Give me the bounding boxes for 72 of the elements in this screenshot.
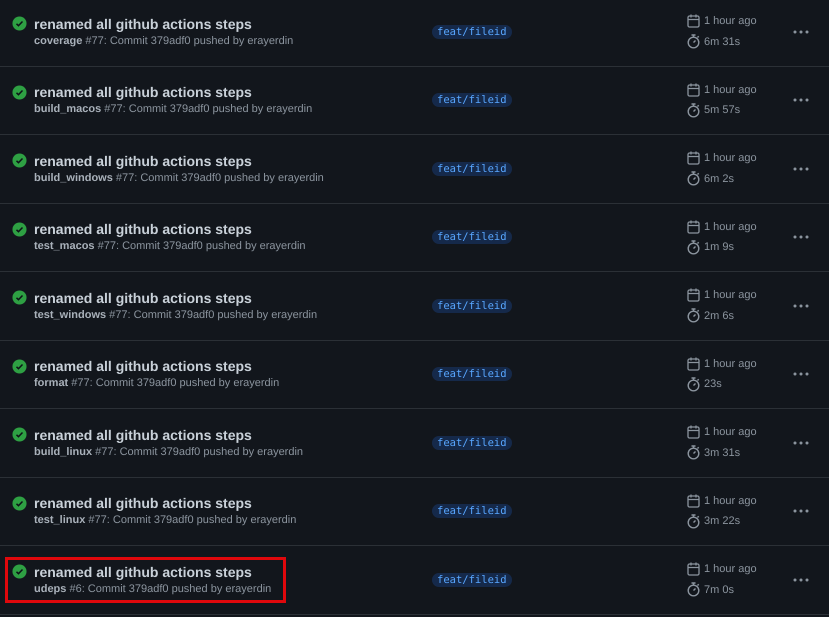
run-title[interactable]: renamed all github actions steps [34,84,252,100]
run-description: coverage #77: Commit 379adf0 pushed by erayerdin [33,34,294,47]
stopwatch-icon [687,102,700,118]
branch-label[interactable]: feat/fileid [432,93,512,108]
run-duration: 3m 31s [704,446,740,459]
branch-label[interactable]: feat/fileid [432,572,512,587]
run-title[interactable]: renamed all github actions steps [34,564,252,580]
run-time: 1 hour ago [704,563,757,576]
run-duration: 6m 2s [704,172,734,185]
more-icon [793,304,809,308]
more-icon [793,235,809,240]
more-icon [793,166,809,171]
run-description: udeps #6: Commit 379adf0 pushed by erayerdin [33,582,272,595]
calendar-icon [687,220,700,234]
more-icon [793,30,809,34]
run-title[interactable]: renamed all github actions steps [34,16,252,32]
run-time: 1 hour ago [704,220,757,233]
run-time: 1 hour ago [704,289,757,302]
run-duration: 6m 31s [704,36,740,48]
branch-label[interactable]: feat/fileid [432,367,512,382]
run-description: build_linux #77: Commit 379adf0 pushed by erayerdin [33,446,304,458]
stopwatch-icon [687,445,700,460]
calendar-icon [687,288,700,302]
run-duration: 5m 57s [704,104,740,116]
branch-label[interactable]: feat/fileid [432,298,512,313]
run-duration: 3m 22s [704,515,740,528]
branch-label[interactable]: feat/fileid [432,162,512,176]
run-time: 1 hour ago [704,84,757,96]
run-time: 1 hour ago [704,494,757,507]
run-time: 1 hour ago [704,426,757,438]
branch-label[interactable]: feat/fileid [432,24,512,39]
stopwatch-icon [687,240,700,255]
calendar-icon [687,562,700,576]
run-duration: 1m 9s [704,241,734,254]
calendar-icon [687,82,700,97]
branch-label[interactable]: feat/fileid [432,230,512,244]
run-description: build_macos #77: Commit 379adf0 pushed by erayerdin [33,103,312,116]
stopwatch-icon [687,171,700,186]
run-description: test_linux #77: Commit 379adf0 pushed by erayerdin [33,514,296,526]
run-description: test_windows #77: Commit 379adf0 pushed by erayerdin [33,308,318,321]
run-duration: 2m 6s [704,310,734,322]
run-description: build_windows #77: Commit 379adf0 pushed by erayerdin [33,172,324,184]
run-duration: 7m 0s [704,584,734,596]
run-title[interactable]: renamed all github actions steps [34,495,252,512]
run-title[interactable]: renamed all github actions steps [34,221,252,238]
run-title[interactable]: renamed all github actions steps [34,426,252,443]
run-time: 1 hour ago [704,15,757,28]
run-description: format #77: Commit 379adf0 pushed by erayerdin [33,377,280,390]
calendar-icon [687,356,700,371]
more-icon [793,372,809,376]
calendar-icon [687,14,700,28]
run-title[interactable]: renamed all github actions steps [34,290,252,306]
calendar-icon [687,151,700,166]
branch-label[interactable]: feat/fileid [432,436,512,450]
stopwatch-icon [687,514,700,529]
run-time: 1 hour ago [704,358,757,370]
calendar-icon [687,494,700,508]
run-description: test_macos #77: Commit 379adf0 pushed by erayerdin [33,240,306,252]
run-duration: 23s [704,378,722,390]
stopwatch-icon [687,582,700,598]
stopwatch-icon [687,376,700,392]
more-icon [793,440,809,445]
stopwatch-icon [687,308,700,324]
more-icon [793,578,809,582]
run-title[interactable]: renamed all github actions steps [34,358,252,374]
more-icon [793,98,809,102]
run-title[interactable]: renamed all github actions steps [34,152,252,169]
stopwatch-icon [687,34,700,50]
branch-label[interactable]: feat/fileid [432,504,512,518]
run-time: 1 hour ago [704,152,757,164]
more-icon [793,509,809,514]
calendar-icon [687,425,700,440]
